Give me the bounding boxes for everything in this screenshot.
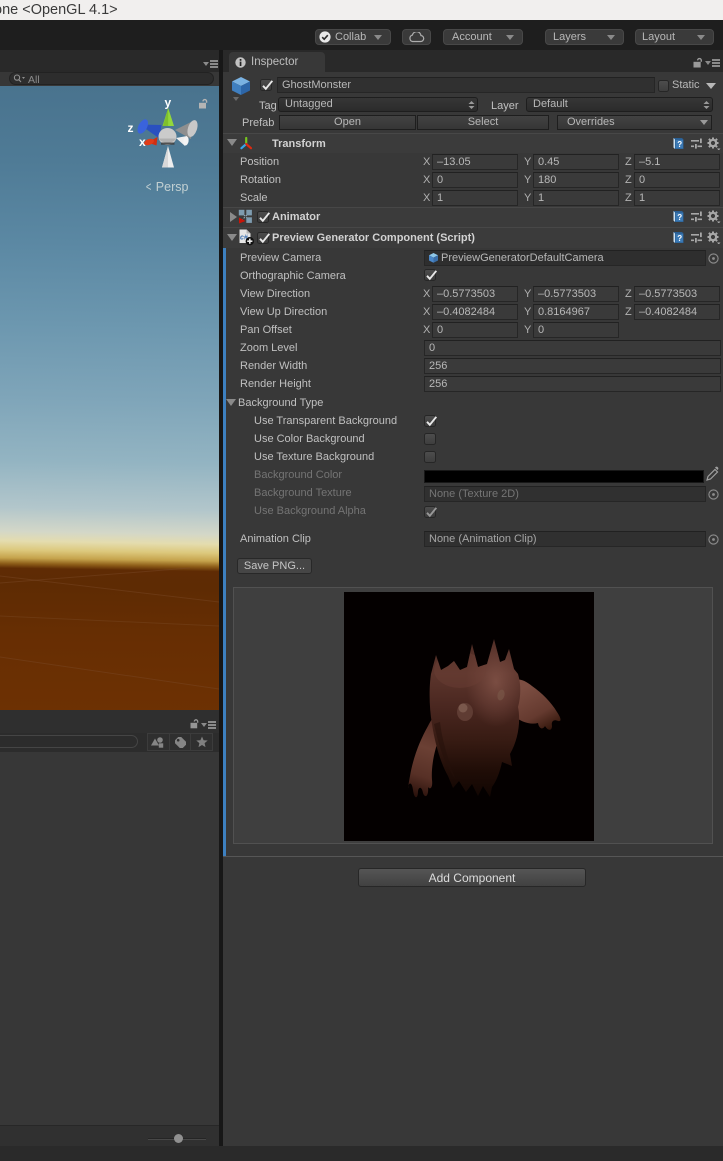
svg-text:?: ? [677,140,682,149]
svg-text:y: y [165,96,172,110]
svg-text:?: ? [677,213,682,222]
svg-text:z: z [128,121,134,135]
svg-text:?: ? [677,234,682,243]
svg-text:x: x [139,135,146,149]
